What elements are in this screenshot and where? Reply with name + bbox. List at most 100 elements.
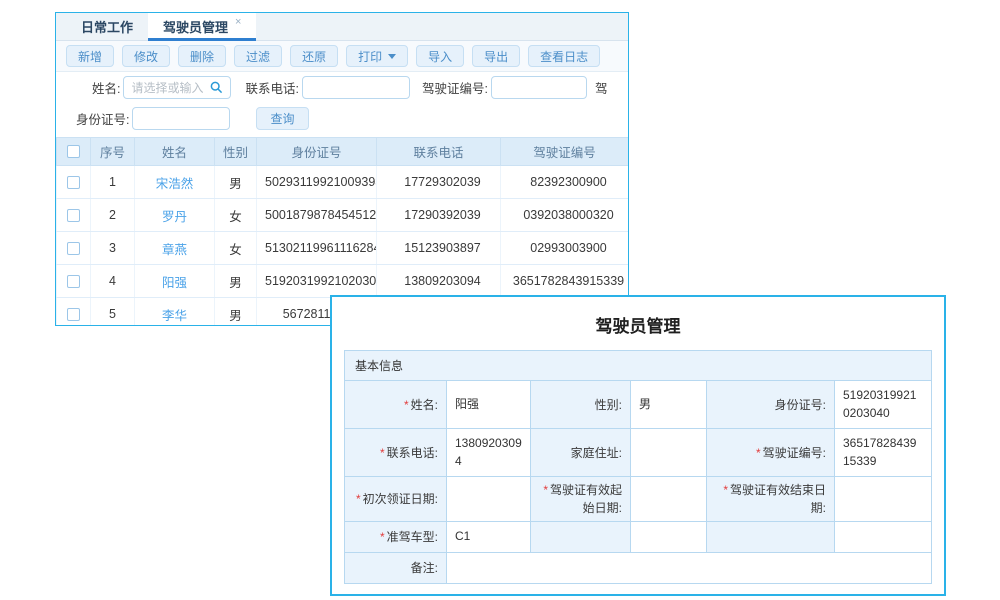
form-row-2: *联系电话: 13809203094 家庭住址: *驾驶证编号: 3651782… xyxy=(345,429,932,477)
address-label: 家庭住址: xyxy=(531,429,631,477)
col-header-id: 身份证号 xyxy=(257,138,377,166)
cell-no: 1 xyxy=(91,166,135,199)
license-filter-input[interactable] xyxy=(491,76,587,99)
empty-value-cell xyxy=(631,522,707,553)
delete-button[interactable]: 删除 xyxy=(178,45,226,67)
cell-id: 500187987845451245 xyxy=(257,199,377,232)
form-row-1: *姓名: 阳强 性别: 男 身份证号: 519203199210203040 xyxy=(345,381,932,429)
add-button[interactable]: 新增 xyxy=(66,45,114,67)
remark-label: 备注: xyxy=(345,553,447,584)
cell-phone: 17290392039 xyxy=(377,199,501,232)
cell-no: 5 xyxy=(91,298,135,327)
gender-value: 男 xyxy=(631,381,707,429)
print-button[interactable]: 打印 xyxy=(346,45,408,67)
cell-id: 513021199611162847 xyxy=(257,232,377,265)
required-asterisk: * xyxy=(756,446,761,460)
empty-label-cell xyxy=(707,522,835,553)
cell-gender: 男 xyxy=(215,298,257,327)
name-label: *姓名: xyxy=(345,381,447,429)
phone-label: *联系电话: xyxy=(345,429,447,477)
tab-label: 驾驶员管理 xyxy=(163,17,228,36)
tab-driver-management[interactable]: 驾驶员管理 × xyxy=(148,13,256,40)
cell-license: 3651782843915339 xyxy=(501,265,629,298)
import-button[interactable]: 导入 xyxy=(416,45,464,67)
license-filter-label: 驾驶证编号: xyxy=(422,78,488,97)
dialog-title: 驾驶员管理 xyxy=(332,297,944,350)
cell-no: 2 xyxy=(91,199,135,232)
table-row: 2 罗丹 女 500187987845451245 17290392039 03… xyxy=(57,199,629,232)
basic-info-box: 基本信息 *姓名: 阳强 性别: 男 身份证号: 519203199210203… xyxy=(344,350,932,584)
restore-button[interactable]: 还原 xyxy=(290,45,338,67)
cell-phone: 15123903897 xyxy=(377,232,501,265)
driver-name-link[interactable]: 章燕 xyxy=(162,243,187,257)
filter-row-1: 姓名: 请选择或输入 联系电话: 驾驶证编号: 驾 xyxy=(68,72,628,103)
cell-phone: 17729302039 xyxy=(377,166,501,199)
tab-label: 日常工作 xyxy=(81,17,133,36)
name-value: 阳强 xyxy=(447,381,531,429)
driver-name-link[interactable]: 阳强 xyxy=(162,276,187,290)
name-filter-placeholder: 请选择或输入 xyxy=(131,79,210,96)
driver-detail-dialog: 驾驶员管理 基本信息 *姓名: 阳强 性别: 男 身份证号: 51920319 xyxy=(330,295,946,596)
name-filter-input[interactable]: 请选择或输入 xyxy=(123,76,231,99)
view-log-button[interactable]: 查看日志 xyxy=(528,45,600,67)
id-number-label: 身份证号: xyxy=(707,381,835,429)
phone-filter-input[interactable] xyxy=(302,76,410,99)
row-checkbox[interactable] xyxy=(67,209,80,222)
required-asterisk: * xyxy=(356,492,361,506)
search-icon[interactable] xyxy=(210,81,223,94)
name-filter-label: 姓名: xyxy=(92,78,120,97)
filter-button[interactable]: 过滤 xyxy=(234,45,282,67)
id-filter-input[interactable] xyxy=(132,107,230,130)
tab-daily-work[interactable]: 日常工作 xyxy=(66,13,148,40)
edit-button[interactable]: 修改 xyxy=(122,45,170,67)
vehicle-type-value: C1 xyxy=(447,522,531,553)
driver-detail-form: *姓名: 阳强 性别: 男 身份证号: 519203199210203040 *… xyxy=(344,380,932,584)
empty-value-cell xyxy=(835,522,932,553)
table-header-row: 序号 姓名 性别 身份证号 联系电话 驾驶证编号 xyxy=(57,138,629,166)
filter-row-2: 身份证号: 查询 xyxy=(68,103,628,134)
table-row: 3 章燕 女 513021199611162847 15123903897 02… xyxy=(57,232,629,265)
tab-bar: 日常工作 驾驶员管理 × xyxy=(56,13,628,41)
cell-license: 02993003900 xyxy=(501,232,629,265)
query-button[interactable]: 查询 xyxy=(256,107,308,130)
phone-value: 13809203094 xyxy=(447,429,531,477)
form-row-3: *初次领证日期: *驾驶证有效起始日期: *驾驶证有效结束日期: xyxy=(345,477,932,522)
vehicle-type-label: *准驾车型: xyxy=(345,522,447,553)
export-button[interactable]: 导出 xyxy=(472,45,520,67)
cell-gender: 男 xyxy=(215,166,257,199)
driver-name-link[interactable]: 李华 xyxy=(162,309,187,323)
select-all-checkbox[interactable] xyxy=(67,145,80,158)
cell-license: 0392038000320 xyxy=(501,199,629,232)
col-header-name: 姓名 xyxy=(135,138,215,166)
valid-end-date-label: *驾驶证有效结束日期: xyxy=(707,477,835,522)
driver-name-link[interactable]: 宋浩然 xyxy=(156,177,194,191)
col-header-no: 序号 xyxy=(91,138,135,166)
section-header: 基本信息 xyxy=(344,350,932,380)
row-checkbox[interactable] xyxy=(67,242,80,255)
driver-management-window: 日常工作 驾驶员管理 × 新增 修改 删除 过滤 还原 打印 导入 导出 查看日… xyxy=(55,12,629,326)
table-row: 4 阳强 男 519203199210203040 13809203094 36… xyxy=(57,265,629,298)
address-value xyxy=(631,429,707,477)
clipped-filter-label: 驾 xyxy=(595,78,608,97)
row-checkbox[interactable] xyxy=(67,308,80,321)
phone-filter-label: 联系电话: xyxy=(245,78,298,97)
row-checkbox[interactable] xyxy=(67,176,80,189)
first-issue-date-value xyxy=(447,477,531,522)
driver-name-link[interactable]: 罗丹 xyxy=(162,210,187,224)
cell-gender: 女 xyxy=(215,199,257,232)
toolbar: 新增 修改 删除 过滤 还原 打印 导入 导出 查看日志 xyxy=(56,41,628,72)
cell-gender: 女 xyxy=(215,232,257,265)
tab-close-icon[interactable]: × xyxy=(235,16,241,28)
row-checkbox[interactable] xyxy=(67,275,80,288)
required-asterisk: * xyxy=(380,446,385,460)
license-no-value: 3651782843915339 xyxy=(835,429,932,477)
cell-license: 82392300900 xyxy=(501,166,629,199)
dropdown-caret-icon xyxy=(388,54,396,59)
required-asterisk: * xyxy=(543,483,548,497)
cell-no: 3 xyxy=(91,232,135,265)
form-row-5: 备注: xyxy=(345,553,932,584)
print-button-label: 打印 xyxy=(358,48,382,65)
col-header-license: 驾驶证编号 xyxy=(501,138,629,166)
required-asterisk: * xyxy=(404,398,409,412)
remark-value xyxy=(447,553,932,584)
